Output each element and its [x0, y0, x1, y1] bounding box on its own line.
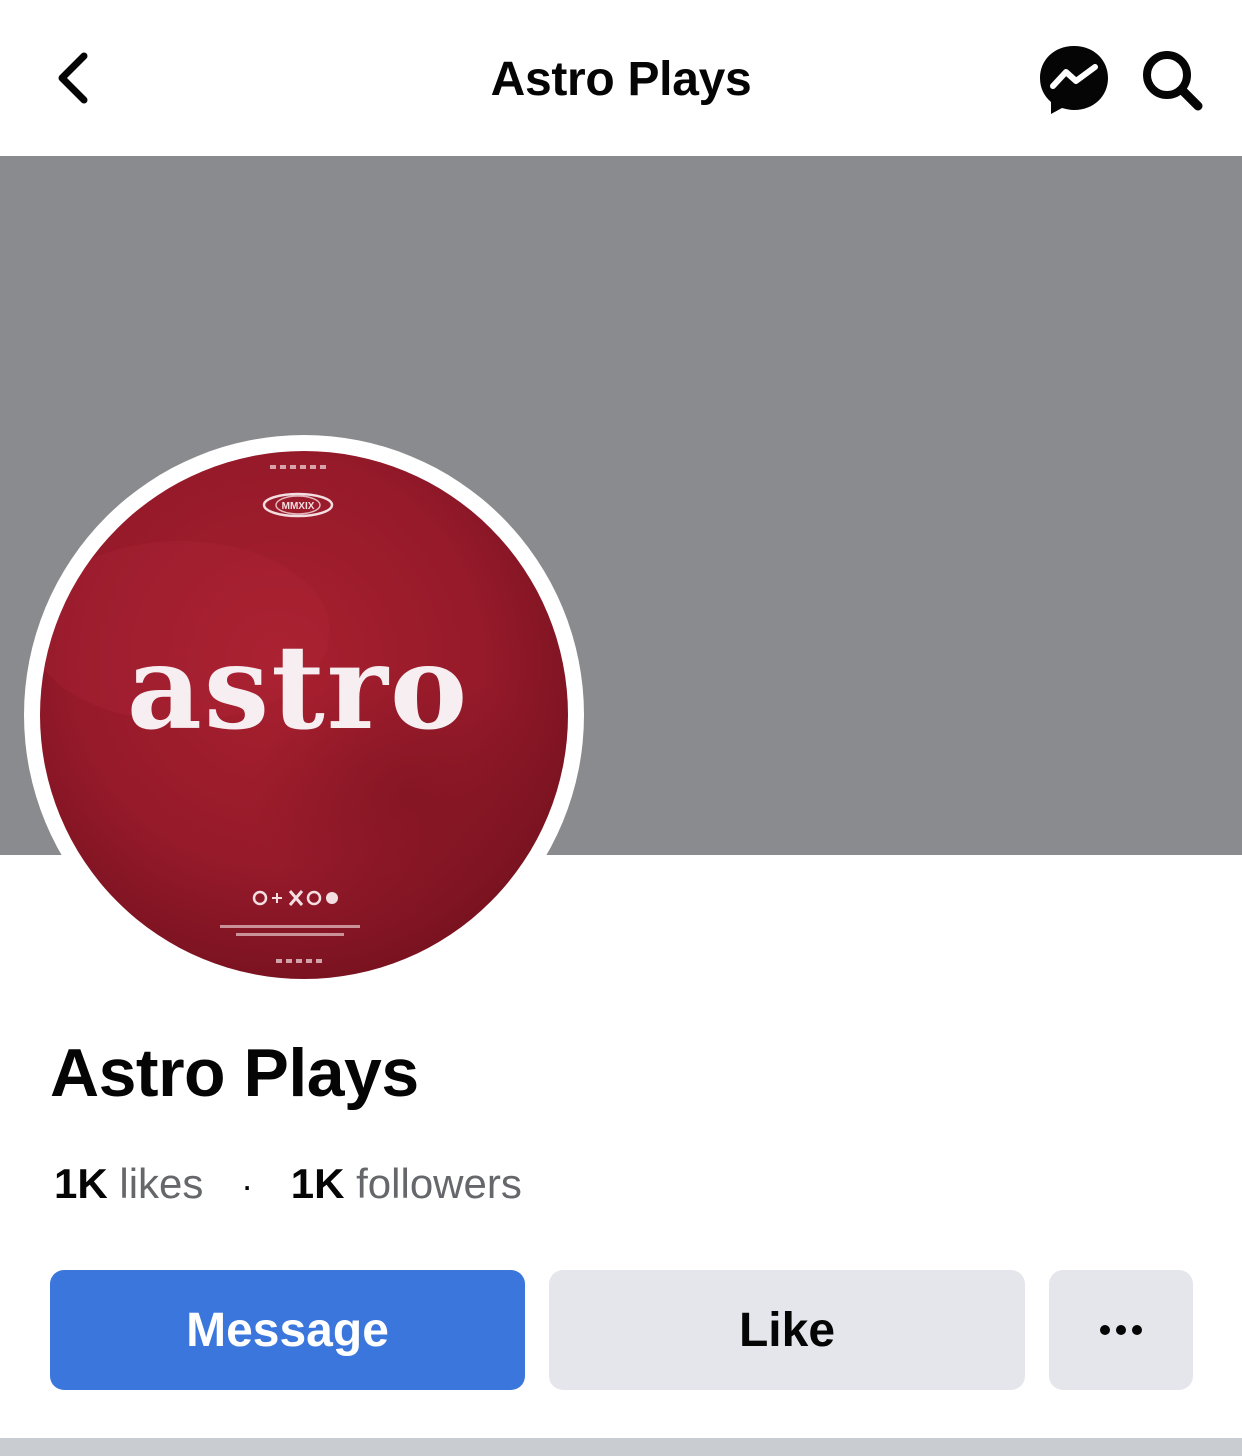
- back-button[interactable]: [40, 44, 104, 112]
- likes-stat[interactable]: 1K likes: [54, 1160, 215, 1207]
- messenger-icon: [1040, 46, 1108, 114]
- messenger-button[interactable]: [1034, 40, 1114, 120]
- like-button-label: Like: [738, 1303, 836, 1357]
- likes-count: 1K: [54, 1160, 108, 1207]
- more-options-icon: [1100, 1325, 1142, 1335]
- stats-separator: ·: [241, 1165, 254, 1206]
- svg-text:MMXIX: MMXIX: [282, 501, 315, 512]
- search-button[interactable]: [1132, 40, 1212, 120]
- more-options-button[interactable]: [1049, 1270, 1193, 1390]
- search-icon: [1143, 51, 1203, 111]
- likes-label: likes: [119, 1160, 204, 1207]
- followers-count: 1K: [290, 1160, 345, 1207]
- profile-name: Astro Plays: [50, 1035, 419, 1111]
- profile-page: Astro Plays MMXIX astro Astro Plays 1K l…: [0, 0, 1242, 1456]
- profile-stats: 1K likes · 1K followers: [54, 1156, 522, 1212]
- like-button[interactable]: Like: [549, 1270, 1025, 1390]
- message-button-label: Message: [186, 1303, 389, 1357]
- followers-label: followers: [356, 1160, 522, 1207]
- followers-stat[interactable]: 1K followers: [291, 1160, 522, 1207]
- profile-picture[interactable]: MMXIX astro: [40, 451, 568, 979]
- astro-logo-image: MMXIX astro: [40, 451, 568, 979]
- avatar-logo-text: astro: [127, 620, 470, 756]
- message-button[interactable]: Message: [50, 1270, 525, 1390]
- section-divider: [0, 1438, 1242, 1456]
- chevron-left-icon: [58, 52, 88, 104]
- page-title: Astro Plays: [490, 53, 752, 106]
- top-navigation-bar: Astro Plays: [0, 0, 1242, 156]
